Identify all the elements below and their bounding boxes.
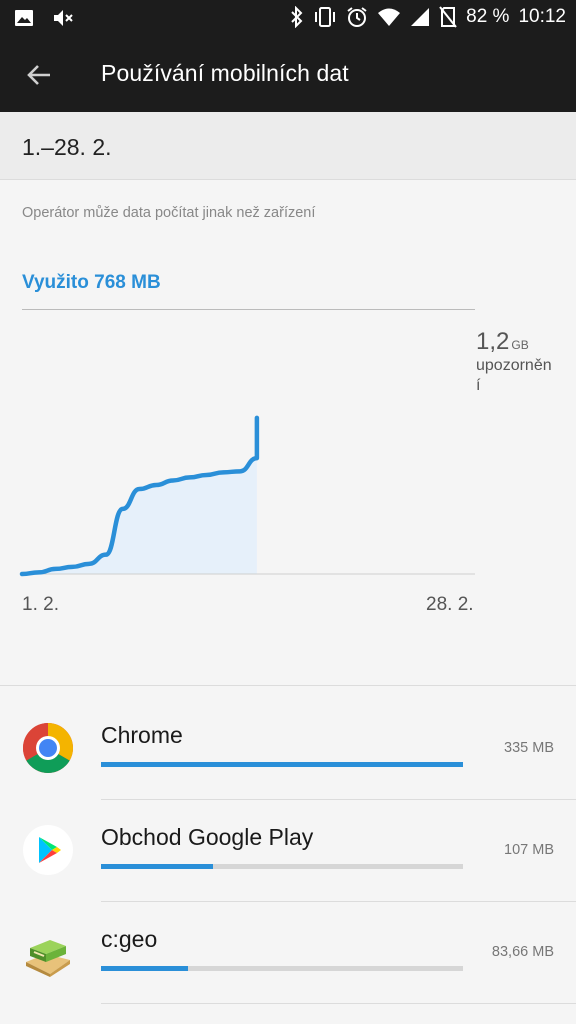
usage-track [101,966,463,971]
cgeo-icon [26,940,70,977]
x-axis-start-label: 1. 2. [22,594,59,615]
warning-unit: GB [511,338,529,352]
app-name: c:geo [101,926,158,952]
play-store-icon [23,825,73,875]
vibrate-icon [315,7,336,27]
status-bar: 82 % 10:12 [0,0,576,36]
data-used-label: Využito 768 MB [22,272,161,293]
warning-value: 1,2 [476,328,510,355]
app-size: 335 MB [504,740,554,756]
arrow-back-icon [27,65,50,85]
usage-track [101,864,463,869]
warning-limit-value[interactable]: 1,2 GB [476,328,529,356]
app-size: 107 MB [504,842,554,858]
period-label: 1.–28. 2. [22,134,112,160]
app-row-play-store[interactable]: Obchod Google Play 107 MB [0,800,576,902]
app-name: Obchod Google Play [101,824,314,850]
back-button[interactable] [22,58,56,92]
mute-icon [54,10,73,26]
signal-icon [411,8,430,26]
period-selector[interactable]: 1.–28. 2. [0,112,576,180]
app-name: Chrome [101,722,183,748]
warning-label: upozornění [476,357,552,394]
operator-note: Operátor může data počítat jinak než zař… [22,205,316,221]
usage-bar [101,864,214,869]
app-row-chrome[interactable]: Chrome 335 MB [0,698,576,800]
apps-divider [0,685,576,686]
image-icon [15,10,33,26]
usage-bar [101,966,188,971]
app-row-cgeo[interactable]: c:geo 83,66 MB [0,902,576,1004]
usage-track [101,762,463,767]
app-size: 83,66 MB [491,944,554,960]
battery-percent: 82 % [466,6,510,27]
usage-bar [101,762,463,767]
alarm-icon [347,7,367,27]
chrome-icon [23,723,73,773]
wifi-icon [378,8,401,26]
page-title: Používání mobilních dat [101,60,349,86]
app-bar: Používání mobilních dat [0,36,576,112]
no-sim-icon [439,6,457,28]
row-divider [101,1003,576,1004]
usage-area [22,417,257,574]
x-axis-end-label: 28. 2. [426,594,474,615]
bluetooth-icon [291,6,303,28]
clock: 10:12 [518,6,566,27]
